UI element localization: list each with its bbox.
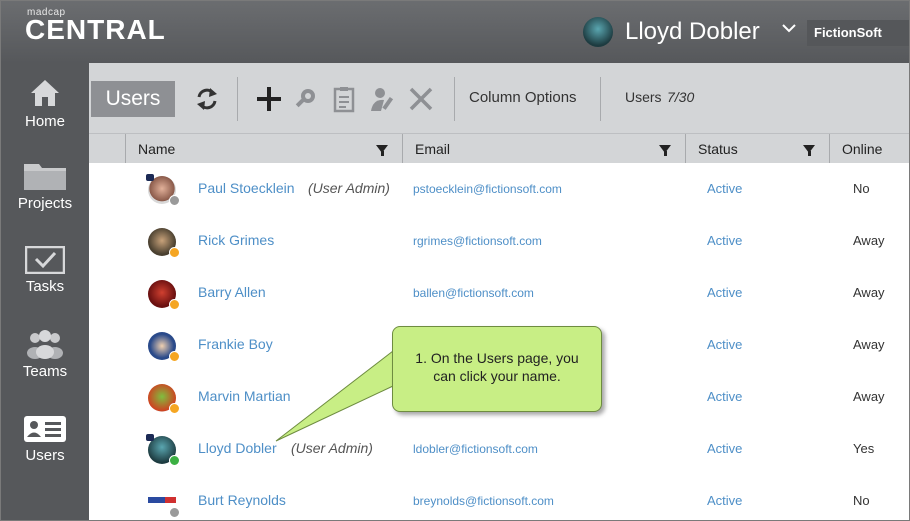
user-name-link[interactable]: Rick Grimes bbox=[198, 232, 274, 248]
sidebar-item-projects[interactable]: Projects bbox=[1, 161, 89, 212]
logo[interactable]: CENTRAL bbox=[25, 14, 166, 46]
user-email[interactable]: ldobler@fictionsoft.com bbox=[413, 442, 538, 456]
sidebar-item-tasks[interactable]: Tasks bbox=[1, 246, 89, 295]
callout-line-1: 1. On the Users page, you bbox=[415, 350, 579, 366]
table-row[interactable]: Paul Stoecklein (User Admin) pstoecklein… bbox=[89, 163, 909, 216]
callout-line-2: can click your name. bbox=[433, 368, 561, 384]
user-email[interactable]: pstoecklein@fictionsoft.com bbox=[413, 182, 562, 196]
column-header-online[interactable]: Online bbox=[829, 134, 909, 164]
user-online: Yes bbox=[853, 441, 875, 456]
add-icon[interactable] bbox=[255, 85, 283, 113]
users-card-icon bbox=[24, 416, 66, 442]
status-dot bbox=[169, 507, 180, 518]
user-online: Away bbox=[853, 337, 885, 352]
toolbar-divider bbox=[600, 77, 601, 121]
user-online: No bbox=[853, 181, 870, 196]
user-online: Away bbox=[853, 285, 885, 300]
user-name-link[interactable]: Frankie Boy bbox=[198, 336, 273, 352]
sidebar-item-label: Tasks bbox=[25, 278, 65, 295]
user-status[interactable]: Active bbox=[707, 337, 742, 352]
user-status[interactable]: Active bbox=[707, 493, 742, 508]
column-options-button[interactable]: Column Options bbox=[469, 89, 577, 106]
column-header-name[interactable]: Name bbox=[125, 134, 402, 164]
filter-icon[interactable] bbox=[376, 145, 388, 156]
sidebar-item-label: Teams bbox=[22, 363, 68, 380]
table-row[interactable]: Rick Grimes rgrimes@fictionsoft.com Acti… bbox=[89, 215, 909, 268]
callout-text: 1. On the Users page, you can click your… bbox=[393, 349, 601, 385]
table-row[interactable]: Barry Allen ballen@fictionsoft.com Activ… bbox=[89, 267, 909, 320]
user-online: Away bbox=[853, 389, 885, 404]
user-status[interactable]: Active bbox=[707, 441, 742, 456]
user-email[interactable]: breynolds@fictionsoft.com bbox=[413, 494, 554, 508]
column-header-label: Email bbox=[415, 141, 451, 157]
filter-icon[interactable] bbox=[803, 145, 815, 156]
status-dot bbox=[169, 455, 180, 466]
user-role: (User Admin) bbox=[308, 180, 390, 196]
user-status[interactable]: Active bbox=[707, 389, 742, 404]
sidebar-item-users[interactable]: Users bbox=[1, 415, 89, 464]
user-email[interactable]: rgrimes@fictionsoft.com bbox=[413, 234, 542, 248]
user-edit-icon[interactable] bbox=[369, 85, 397, 113]
user-email[interactable]: ballen@fictionsoft.com bbox=[413, 286, 534, 300]
folder-icon bbox=[24, 164, 66, 190]
user-name-link[interactable]: Burt Reynolds bbox=[198, 492, 286, 508]
current-user-avatar[interactable] bbox=[583, 17, 613, 47]
teams-icon bbox=[27, 330, 63, 359]
column-header-label: Online bbox=[842, 141, 883, 157]
status-dot bbox=[169, 195, 180, 206]
column-header-status[interactable]: Status bbox=[685, 134, 829, 164]
table-row[interactable]: Burt Reynolds breynolds@fictionsoft.com … bbox=[89, 475, 909, 520]
status-dot bbox=[169, 299, 180, 310]
sidebar-item-teams[interactable]: Teams bbox=[1, 329, 89, 380]
avatar bbox=[148, 497, 176, 503]
user-online: No bbox=[853, 493, 870, 508]
toolbar: Users Column Options Users 7/30 bbox=[89, 63, 909, 133]
admin-badge-icon bbox=[146, 434, 154, 441]
user-name-link[interactable]: Paul Stoecklein bbox=[198, 180, 295, 196]
home-icon bbox=[31, 80, 59, 106]
status-dot bbox=[169, 403, 180, 414]
clipboard-icon[interactable] bbox=[331, 85, 359, 113]
tasks-icon bbox=[25, 246, 65, 274]
table-row[interactable]: Lloyd Dobler (User Admin) ldobler@fictio… bbox=[89, 423, 909, 476]
column-header-label: Name bbox=[138, 141, 176, 157]
top-header: madcap CENTRAL Lloyd Dobler FictionSoft bbox=[1, 1, 909, 63]
status-dot bbox=[169, 351, 180, 362]
chevron-down-icon[interactable] bbox=[781, 21, 797, 39]
page-title: Users bbox=[91, 81, 175, 117]
sidebar-item-label: Home bbox=[24, 113, 65, 130]
current-user-name[interactable]: Lloyd Dobler bbox=[625, 18, 760, 46]
user-status[interactable]: Active bbox=[707, 181, 742, 196]
filter-icon[interactable] bbox=[659, 145, 671, 156]
status-dot bbox=[169, 247, 180, 258]
delete-icon[interactable] bbox=[407, 85, 435, 113]
column-header-label: Status bbox=[698, 141, 738, 157]
user-status[interactable]: Active bbox=[707, 233, 742, 248]
user-name-link[interactable]: Barry Allen bbox=[198, 284, 266, 300]
user-role: (User Admin) bbox=[291, 440, 373, 456]
user-name-link[interactable]: Marvin Martian bbox=[198, 388, 291, 404]
org-selector[interactable]: FictionSoft bbox=[807, 20, 909, 46]
app-window: madcap CENTRAL Lloyd Dobler FictionSoft … bbox=[0, 0, 910, 521]
toolbar-divider bbox=[237, 77, 238, 121]
sidebar-item-label: Users bbox=[25, 447, 65, 464]
sidebar: Home Projects Tasks Teams Users bbox=[1, 63, 89, 520]
sidebar-item-home[interactable]: Home bbox=[1, 77, 89, 130]
instruction-callout: 1. On the Users page, you can click your… bbox=[392, 326, 602, 412]
user-status[interactable]: Active bbox=[707, 285, 742, 300]
settings-icon[interactable] bbox=[293, 85, 321, 113]
users-count-value: 7/30 bbox=[667, 89, 695, 105]
refresh-icon[interactable] bbox=[193, 85, 221, 113]
users-count-label: Users bbox=[625, 89, 662, 105]
table-header: Name Email Status Online bbox=[89, 133, 909, 164]
toolbar-divider bbox=[454, 77, 455, 121]
user-online: Away bbox=[853, 233, 885, 248]
user-name-link[interactable]: Lloyd Dobler bbox=[198, 440, 277, 456]
column-header-email[interactable]: Email bbox=[402, 134, 685, 164]
admin-badge-icon bbox=[146, 174, 154, 181]
sidebar-item-label: Projects bbox=[17, 195, 73, 212]
